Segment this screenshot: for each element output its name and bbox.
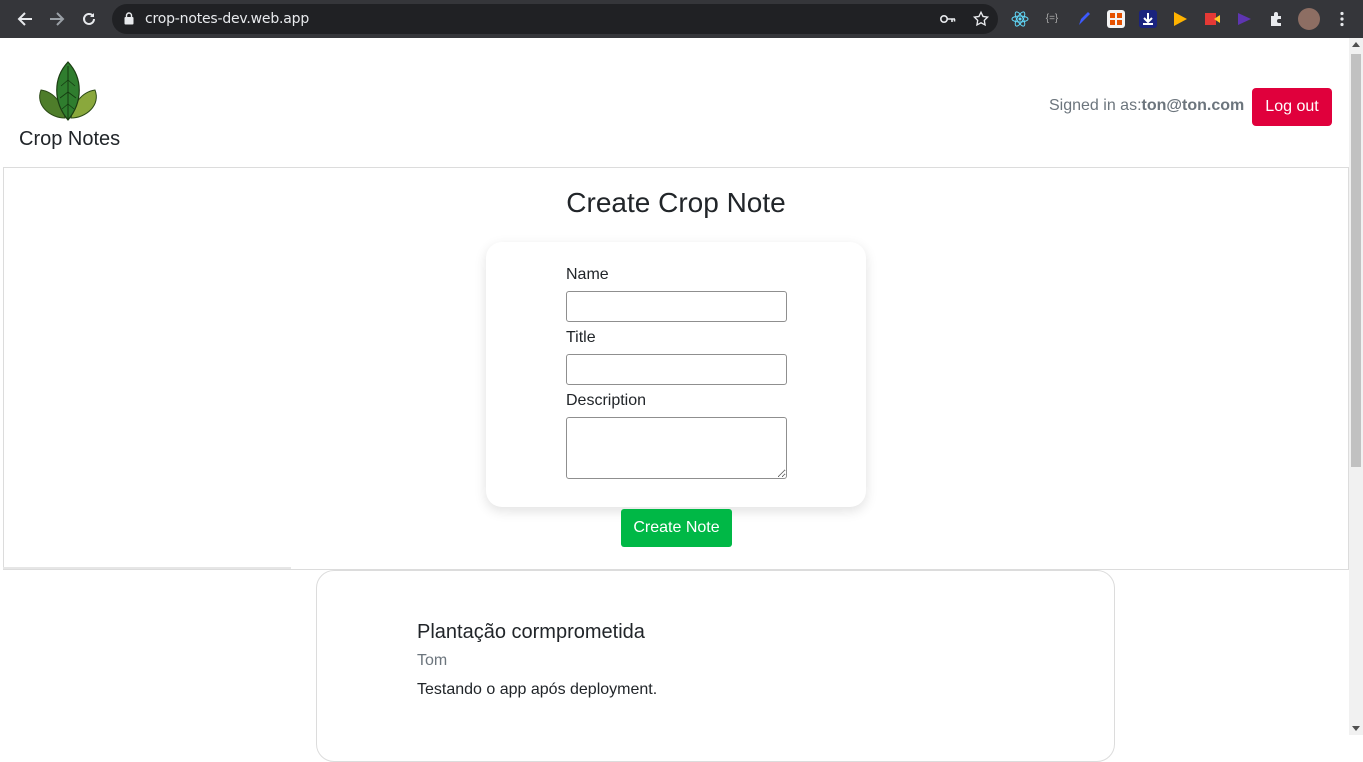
pen-extension-icon[interactable] <box>1075 10 1093 28</box>
signed-in-label: Signed in as: <box>1049 97 1142 114</box>
description-label: Description <box>566 392 647 409</box>
star-icon[interactable] <box>972 10 990 33</box>
app-header: Crop Notes Signed in as:ton@ton.com Log … <box>3 38 1349 168</box>
name-input[interactable] <box>566 291 787 322</box>
reload-icon[interactable] <box>77 7 101 31</box>
extensions-icon[interactable] <box>1267 10 1285 28</box>
address-bar[interactable]: crop-notes-dev.web.app <box>112 4 998 34</box>
red-extension-icon[interactable] <box>1203 10 1221 28</box>
note-title: Plantação cormprometida <box>417 621 645 643</box>
signed-in-status: Signed in as:ton@ton.com <box>1049 97 1244 115</box>
menu-icon[interactable] <box>1333 10 1351 28</box>
url-text: crop-notes-dev.web.app <box>145 11 310 27</box>
leaf-logo[interactable] <box>35 60 101 122</box>
brand-name: Crop Notes <box>19 128 121 150</box>
forward-arrow-icon[interactable] <box>45 7 69 31</box>
title-label: Title <box>566 329 596 346</box>
page: Crop Notes Signed in as:ton@ton.com Log … <box>3 38 1349 762</box>
browser-toolbar: crop-notes-dev.web.app {=} <box>0 0 1363 38</box>
key-icon[interactable] <box>939 12 956 30</box>
title-input[interactable] <box>566 354 787 385</box>
play-extension-icon[interactable] <box>1171 10 1189 28</box>
signed-in-user: ton@ton.com <box>1141 97 1245 114</box>
purple-extension-icon[interactable] <box>1235 10 1253 28</box>
avatar[interactable] <box>1298 8 1320 30</box>
create-note-button[interactable]: Create Note <box>621 509 732 547</box>
create-note-form: Name Title Description <box>486 242 866 507</box>
note-card: Plantação cormprometida Tom Testando o a… <box>316 570 1115 762</box>
json-extension-icon[interactable]: {=} <box>1043 10 1061 28</box>
lock-icon <box>124 12 134 30</box>
grid-extension-icon[interactable] <box>1107 10 1125 28</box>
scrollbar-thumb[interactable] <box>1351 54 1361 467</box>
description-textarea[interactable] <box>566 417 787 479</box>
scrollbar[interactable] <box>1349 38 1363 735</box>
name-label: Name <box>566 266 609 283</box>
scroll-down-icon[interactable] <box>1352 726 1360 731</box>
scroll-up-icon[interactable] <box>1352 42 1360 47</box>
divider <box>3 567 291 569</box>
create-note-section: Create Crop Note Name Title Description … <box>3 167 1349 570</box>
note-author: Tom <box>417 652 448 669</box>
note-description: Testando o app após deployment. <box>417 681 658 698</box>
back-arrow-icon[interactable] <box>13 7 37 31</box>
logout-button[interactable]: Log out <box>1252 88 1332 126</box>
download-extension-icon[interactable] <box>1139 10 1157 28</box>
page-title: Create Crop Note <box>566 187 786 218</box>
react-devtools-icon[interactable] <box>1011 10 1029 28</box>
